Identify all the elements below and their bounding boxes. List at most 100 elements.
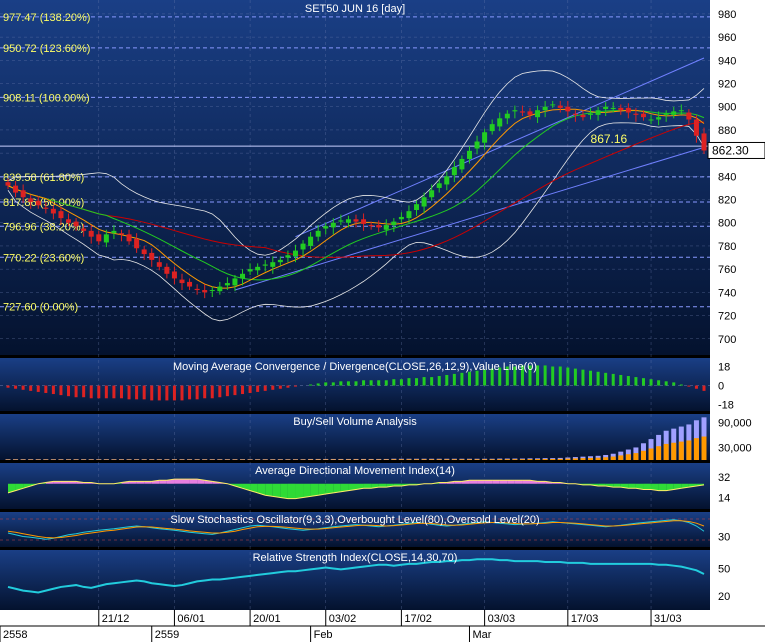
macd-panel-title: Moving Average Convergence / Divergence(…: [173, 361, 537, 373]
adx-area-segment: [325, 483, 334, 495]
volume-bar-buy: [618, 455, 624, 460]
adx-area-segment: [272, 483, 281, 498]
stochastic-y-tick-label: 30: [718, 532, 730, 544]
adx-area-segment: [310, 483, 319, 497]
last-price-label: 862.30: [712, 143, 749, 157]
fibonacci-label: 796.96 (38.20%): [3, 221, 84, 233]
volume-bar-buy: [474, 459, 480, 460]
volume-bar-buy: [648, 448, 654, 460]
candle-body: [240, 273, 246, 279]
candle-body: [209, 290, 215, 292]
price-y-tick-label: 980: [718, 9, 736, 21]
volume-bar-buy: [315, 459, 321, 460]
x-band-label: Feb: [314, 629, 333, 641]
volume-bar-buy: [504, 459, 510, 460]
fibonacci-label: 997.52 (150.00%): [3, 0, 90, 1]
candle-body: [20, 190, 26, 198]
volume-bar-buy: [451, 459, 457, 460]
candle-body: [111, 230, 117, 234]
candle-body: [648, 119, 654, 121]
volume-bar-buy: [398, 459, 404, 460]
candle-body: [421, 197, 427, 207]
candle-body: [66, 219, 72, 223]
volume-bar-buy: [701, 436, 707, 460]
volume-bar-buy: [353, 459, 359, 460]
volume-bar-buy: [459, 459, 465, 460]
chart-canvas: 997.52 (150.00%) 977.47 (138.20%) 950.72 (…: [0, 0, 765, 642]
volume-bar-buy: [610, 456, 616, 460]
adx-area-segment: [303, 483, 311, 498]
candle-body: [50, 208, 56, 214]
volume-bar-buy: [308, 459, 314, 460]
x-tick-label: 17/02: [404, 613, 432, 625]
volume-bar-buy: [376, 459, 382, 460]
fibonacci-label: 727.60 (0.00%): [3, 302, 78, 314]
volume-bar-buy: [429, 459, 435, 460]
candle-body: [171, 271, 177, 279]
volume-panel-title: Buy/Sell Volume Analysis: [293, 416, 417, 428]
volume-bar-buy: [603, 457, 609, 460]
macd-y-tick-label: 18: [718, 361, 730, 373]
candle-body: [633, 113, 639, 115]
candle-body: [557, 105, 563, 108]
candle-body: [285, 255, 291, 258]
volume-bar-buy: [625, 454, 631, 460]
price-y-tick-label: 940: [718, 55, 736, 67]
adx-y-tick-label: 32: [718, 472, 730, 484]
volume-bar-buy: [633, 453, 639, 460]
adx-area-segment: [318, 483, 326, 496]
volume-bar-buy: [663, 443, 669, 460]
candle-body: [459, 158, 465, 170]
volume-bar-buy: [466, 459, 472, 460]
candle-body: [565, 106, 571, 112]
volume-bar-buy: [482, 459, 488, 460]
candle-body: [519, 111, 525, 113]
volume-bar-buy: [595, 457, 601, 460]
price-y-tick-label: 820: [718, 195, 736, 207]
candle-body: [504, 113, 510, 119]
candle-body: [527, 111, 533, 115]
candle-body: [35, 200, 41, 206]
candle-body: [603, 106, 609, 110]
price-panel-title: SET50 JUN 16 [day]: [305, 3, 405, 15]
volume-bar-buy: [512, 459, 518, 460]
candle-body: [595, 110, 601, 115]
rsi-panel-title: Relative Strength Index(CLOSE,14,30,70): [253, 552, 458, 564]
candle-body: [179, 279, 185, 284]
candle-body: [345, 219, 351, 223]
candle-body: [429, 190, 435, 198]
adx-area-segment: [469, 480, 478, 484]
fibonacci-label: 770.22 (23.60%): [3, 252, 84, 264]
macd-y-tick-label: 0: [718, 381, 724, 393]
candle-body: [572, 113, 578, 115]
adx-area-segment: [628, 483, 636, 489]
candle-body: [512, 110, 518, 112]
adx-area-segment: [522, 480, 530, 484]
volume-bar-buy: [671, 442, 677, 460]
price-y-tick-label: 740: [718, 287, 736, 299]
candle-body: [466, 150, 472, 159]
candle-body: [81, 228, 87, 231]
candle-body: [414, 204, 420, 210]
volume-bar-buy: [338, 459, 344, 460]
candle-body: [678, 110, 684, 112]
volume-bar-buy: [519, 459, 525, 460]
x-tick-label: 03/02: [329, 613, 357, 625]
rsi-y-tick-label: 50: [718, 563, 730, 575]
candle-body: [43, 207, 49, 209]
price-y-tick-label: 720: [718, 311, 736, 323]
candle-body: [149, 252, 155, 260]
adx-area-segment: [287, 483, 296, 499]
candle-body: [330, 222, 336, 228]
candle-body: [217, 286, 223, 292]
candle-body: [73, 221, 79, 227]
candle-body: [535, 110, 541, 118]
candle-body: [663, 113, 669, 115]
volume-bar-buy: [693, 438, 699, 460]
candle-body: [187, 281, 193, 287]
candle-body: [96, 234, 102, 242]
adx-area-segment: [613, 483, 621, 488]
candle-body: [656, 117, 662, 120]
volume-bar-buy: [565, 458, 571, 460]
volume-bar-buy: [444, 459, 450, 460]
